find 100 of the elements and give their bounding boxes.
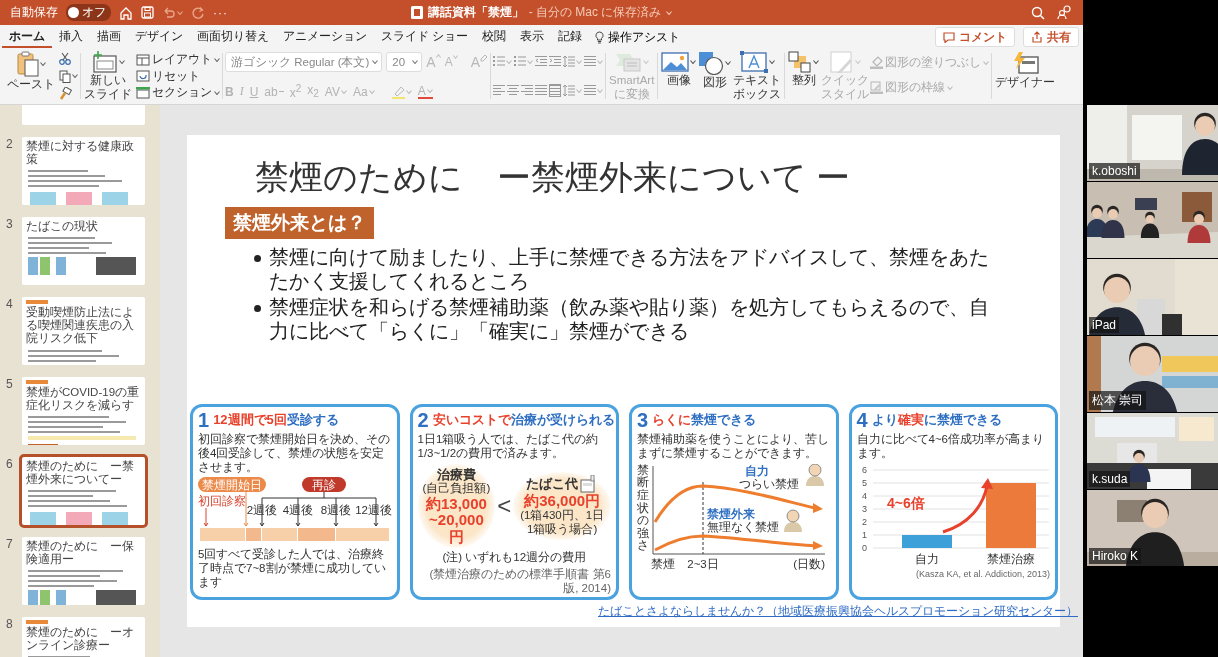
bullet-text: 禁煙症状を和らげる禁煙補助薬（飲み薬や貼り薬）を処方してもらえるので、自力に比べて「らくに」「確実に」禁煙ができる bbox=[269, 295, 990, 344]
slide-number: 5 bbox=[5, 377, 14, 393]
slide-thumbnail[interactable] bbox=[22, 105, 145, 125]
ribbon-tab[interactable]: デザイン bbox=[128, 25, 190, 48]
panel-title: より確実に禁煙できる bbox=[871, 412, 1002, 428]
layout-button[interactable]: レイアウト bbox=[136, 52, 220, 67]
new-slide-button[interactable]: 新しい スライド bbox=[83, 51, 133, 101]
slide-thumbnail[interactable]: たばこの現状 bbox=[22, 217, 145, 285]
panel-note: 5回すべて受診した人では、治療終了時点で7~8割が禁煙に成功しています bbox=[198, 548, 387, 590]
format-painter-icon[interactable] bbox=[59, 87, 72, 100]
share-button[interactable]: 共有 bbox=[1023, 27, 1079, 47]
axis-label: (日数) bbox=[792, 557, 825, 570]
caret-icon bbox=[690, 60, 697, 64]
down-arrow bbox=[203, 507, 209, 527]
bullet-icon bbox=[254, 305, 261, 313]
caret-icon bbox=[576, 88, 583, 93]
caret-icon bbox=[452, 55, 458, 59]
panel-title: 安いコストで治療が受けられる bbox=[432, 412, 615, 428]
numbering-icon bbox=[514, 55, 527, 68]
caret-icon bbox=[643, 60, 650, 64]
designer-icon bbox=[1011, 51, 1040, 75]
ribbon-tab[interactable]: アニメーション bbox=[276, 25, 374, 48]
caret-icon bbox=[118, 60, 125, 64]
caret-icon bbox=[506, 59, 513, 64]
less-than-sign: < bbox=[497, 491, 512, 521]
comment-button[interactable]: コメント bbox=[935, 27, 1015, 47]
text-box-button[interactable]: テキスト ボックス bbox=[732, 51, 783, 101]
ribbon-tab[interactable]: 描画 bbox=[90, 25, 128, 48]
home-icon[interactable] bbox=[119, 5, 133, 20]
save-icon[interactable] bbox=[141, 6, 154, 19]
first-visit-label: 初回診察 bbox=[198, 495, 246, 508]
slide-thumbnail[interactable]: 禁煙のために ーオンライン診療ー bbox=[22, 617, 145, 657]
cost-amount: 約13,000 ~20,000円 bbox=[424, 496, 488, 546]
ribbon-tab[interactable]: 記録 bbox=[551, 25, 590, 48]
font-size-field[interactable]: 20 bbox=[386, 52, 423, 72]
ribbon-tab[interactable]: 画面切り替え bbox=[190, 25, 276, 48]
participant-name: Hiroko K bbox=[1089, 548, 1141, 564]
tick-label: 5 bbox=[861, 477, 867, 488]
reset-button[interactable]: リセット bbox=[136, 68, 220, 84]
source-link[interactable]: たばことさよならしませんか？（地域医療振興協会ヘルスプロモーション研究センター） bbox=[598, 604, 1078, 619]
align-center-icon bbox=[507, 84, 520, 97]
axis-label: 2~3日 bbox=[686, 557, 719, 570]
participant-name: k.oboshi bbox=[1089, 163, 1140, 179]
ribbon-tab[interactable]: 校閲 bbox=[475, 25, 514, 48]
highlighter-icon bbox=[391, 84, 405, 99]
slide-thumbnail[interactable]: 禁煙のために ー禁煙外来についてー bbox=[19, 454, 148, 528]
people-icon[interactable] bbox=[1057, 5, 1073, 20]
ribbon-tab[interactable]: 挿入 bbox=[52, 25, 90, 48]
category-label: 自力 bbox=[914, 552, 939, 565]
smartart-icon bbox=[614, 51, 643, 73]
cost-label: 治療費 bbox=[436, 466, 476, 482]
curved-arrow bbox=[942, 477, 993, 533]
paint-bucket-icon bbox=[870, 56, 884, 69]
search-icon[interactable] bbox=[1031, 5, 1045, 20]
person-figure bbox=[783, 509, 802, 532]
section-button[interactable]: セクション bbox=[136, 85, 220, 100]
arrange-icon bbox=[788, 51, 813, 73]
caret-icon bbox=[947, 85, 954, 90]
thumbnail-title: たばこの現状 bbox=[26, 220, 99, 234]
eraser-icon bbox=[480, 54, 489, 62]
arrange-button[interactable]: 整列 bbox=[787, 51, 821, 101]
font-name-field[interactable]: 游ゴシック Regular (本文) bbox=[225, 52, 383, 72]
columns-icon bbox=[584, 55, 597, 68]
slide-thumbnail[interactable]: 禁煙に対する健康政策 bbox=[22, 137, 145, 205]
caret-icon bbox=[435, 54, 441, 58]
section-icon bbox=[136, 86, 150, 99]
picture-button[interactable]: 画像 bbox=[660, 51, 698, 101]
caret-icon bbox=[768, 60, 775, 64]
caret-icon bbox=[412, 60, 419, 64]
caret-icon bbox=[368, 89, 375, 94]
person-figure bbox=[805, 463, 824, 486]
thumbnail-title: 禁煙がCOVID-19の重症化リスクを減らす bbox=[26, 386, 141, 413]
paste-button[interactable]: ペースト bbox=[6, 51, 56, 101]
shapes-button[interactable]: 図形 bbox=[697, 51, 733, 101]
cost-note: (自己負担額) bbox=[422, 482, 491, 496]
autosave-toggle[interactable]: オフ bbox=[66, 4, 111, 21]
slide-number: 6 bbox=[5, 457, 14, 473]
more-button[interactable]: ··· bbox=[213, 5, 228, 20]
ribbon-tab[interactable]: スライド ショー bbox=[374, 25, 476, 48]
caret-icon bbox=[527, 59, 534, 64]
tell-me-field[interactable]: 操作アシスト bbox=[589, 25, 687, 48]
tick-label: 6 bbox=[861, 464, 867, 475]
panel-number: 3 bbox=[637, 410, 649, 430]
pen-outline-icon bbox=[870, 81, 884, 94]
caret-icon bbox=[597, 88, 604, 93]
slide-thumbnail[interactable]: 禁煙がCOVID-19の重症化リスクを減らす bbox=[22, 377, 145, 445]
copy-icon[interactable] bbox=[59, 69, 71, 83]
caret-icon bbox=[177, 10, 183, 15]
designer-button[interactable]: デザイナー bbox=[994, 51, 1057, 101]
slide-thumbnail[interactable]: 受動喫煙防止法による喫煙関連疾患の入院リスク低下 bbox=[22, 297, 145, 365]
panel-number: 1 bbox=[198, 410, 210, 430]
scissors-icon[interactable] bbox=[59, 52, 71, 65]
participant-name: k.suda bbox=[1089, 471, 1131, 487]
slide-thumbnail[interactable]: 禁煙のために ー保険適用ー bbox=[22, 537, 145, 605]
caret-icon bbox=[340, 89, 347, 94]
line-spacing-icon bbox=[563, 55, 576, 68]
document-icon bbox=[410, 6, 423, 19]
ribbon-tab[interactable]: 表示 bbox=[513, 25, 552, 48]
caret-icon bbox=[813, 60, 820, 64]
shape-icon bbox=[698, 51, 725, 75]
